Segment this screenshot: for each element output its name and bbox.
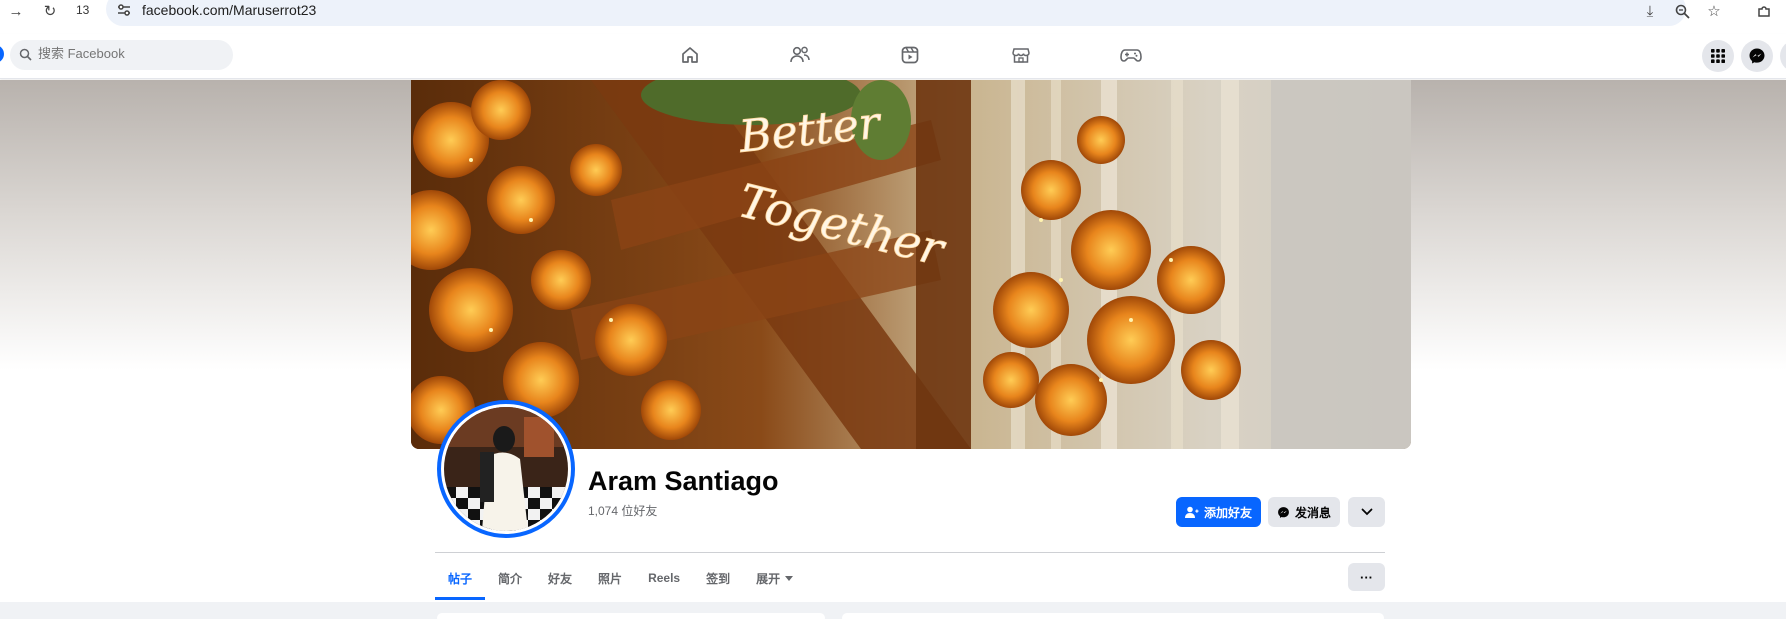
- profile-avatar[interactable]: [437, 400, 575, 538]
- reload-icon[interactable]: ↻: [40, 1, 60, 21]
- search-icon: [19, 48, 32, 61]
- install-app-icon[interactable]: ⤓: [1640, 1, 1660, 21]
- caret-down-icon: [785, 575, 794, 581]
- add-friend-label: 添加好友: [1204, 505, 1253, 520]
- profile-options-button[interactable]: [1348, 497, 1385, 527]
- tab-more-label: 展开: [756, 571, 781, 586]
- profile-divider: [435, 552, 1385, 553]
- profile-name: Aram Santiago: [588, 466, 779, 496]
- messenger-icon[interactable]: [1741, 40, 1773, 72]
- ellipsis-icon: ···: [1360, 569, 1373, 585]
- url-text: facebook.com/Maruserrot23: [142, 2, 317, 18]
- add-friend-icon: [1185, 506, 1199, 518]
- cover-photo[interactable]: Better Together: [411, 80, 1411, 449]
- facebook-header: [0, 34, 1786, 79]
- add-friend-button[interactable]: 添加好友: [1176, 497, 1261, 527]
- avatar-image: [444, 407, 568, 531]
- cover-photo-image: Better Together: [411, 80, 1411, 449]
- more-options-button[interactable]: ···: [1348, 563, 1385, 591]
- marketplace-icon[interactable]: [1008, 43, 1034, 67]
- profile-tabs: 帖子 简介 好友 照片 Reels 签到 展开: [435, 556, 806, 600]
- tab-count: 13: [76, 3, 90, 17]
- bookmark-star-icon[interactable]: ☆: [1704, 1, 1724, 21]
- tab-posts[interactable]: 帖子: [435, 556, 486, 600]
- search-box[interactable]: [10, 40, 233, 70]
- friends-icon[interactable]: [787, 43, 813, 67]
- gaming-icon[interactable]: [1118, 43, 1144, 67]
- tab-more[interactable]: 展开: [743, 556, 806, 600]
- address-bar[interactable]: facebook.com/Maruserrot23: [106, 0, 1686, 26]
- tab-photos[interactable]: 照片: [585, 556, 635, 600]
- tab-about[interactable]: 简介: [485, 556, 535, 600]
- message-button[interactable]: 发消息: [1268, 497, 1340, 527]
- zoom-icon[interactable]: [1672, 1, 1692, 21]
- chevron-down-icon: [1361, 508, 1372, 516]
- tab-checkins[interactable]: 签到: [693, 556, 743, 600]
- extensions-icon[interactable]: [1754, 1, 1774, 21]
- notifications-icon[interactable]: [1780, 40, 1786, 72]
- tab-friends[interactable]: 好友: [535, 556, 585, 600]
- home-icon[interactable]: [677, 43, 703, 67]
- menu-grid-icon[interactable]: [1702, 40, 1734, 72]
- intro-card: [437, 613, 825, 623]
- posts-card: [842, 613, 1384, 623]
- messenger-small-icon: [1278, 506, 1289, 518]
- forward-icon[interactable]: →: [6, 1, 26, 21]
- facebook-logo-icon[interactable]: [0, 45, 4, 63]
- reels-icon[interactable]: [897, 43, 923, 67]
- friends-count[interactable]: 1,074 位好友: [588, 502, 657, 519]
- search-input[interactable]: [38, 46, 218, 61]
- message-label: 发消息: [1295, 505, 1332, 520]
- tab-reels[interactable]: Reels: [635, 556, 693, 600]
- site-settings-icon[interactable]: [116, 2, 132, 18]
- browser-toolbar: → ↻ 13 facebook.com/Maruserrot23 ⤓ ☆: [0, 0, 1786, 28]
